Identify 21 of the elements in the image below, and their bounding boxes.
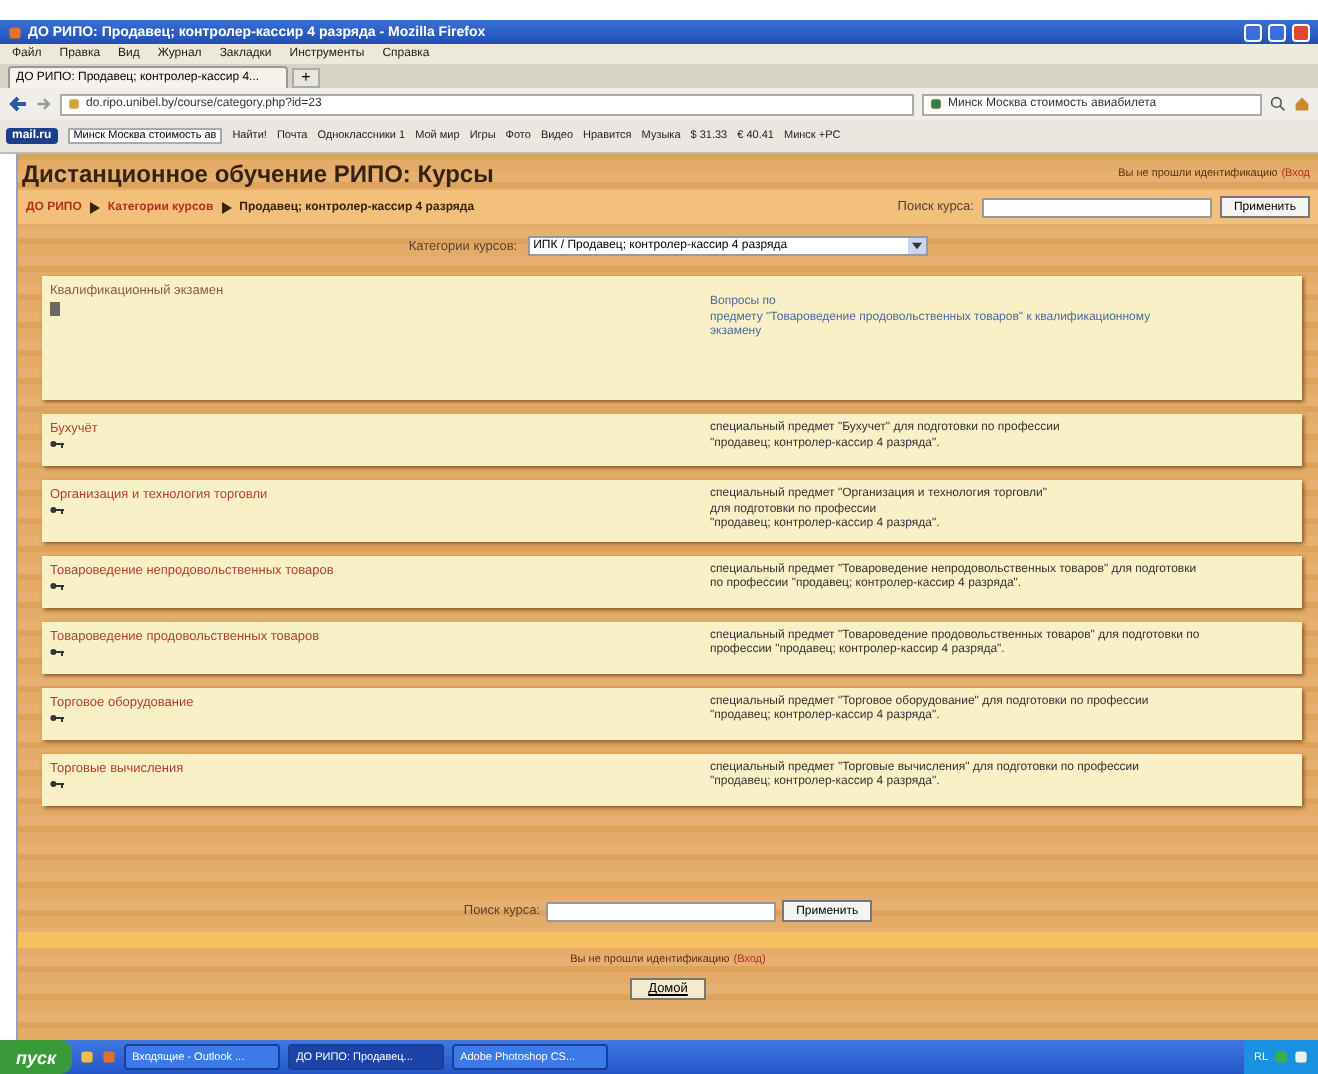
key-icon	[50, 581, 64, 589]
key-icon	[50, 506, 64, 514]
start-button[interactable]: пуск	[0, 1040, 73, 1074]
back-icon[interactable]	[8, 94, 28, 114]
document-icon	[50, 302, 60, 316]
page-title: Дистанционное обучение РИПО: Курсы	[22, 160, 494, 188]
breadcrumb-arrow-icon	[221, 201, 232, 213]
maximize-button[interactable]	[1268, 23, 1286, 41]
home-icon[interactable]	[1294, 96, 1310, 112]
course-search-input[interactable]	[546, 901, 777, 921]
close-button[interactable]	[1292, 23, 1310, 41]
breadcrumb-arrow-icon	[89, 201, 100, 213]
dropdown-arrow-icon	[911, 242, 922, 250]
key-icon	[50, 647, 64, 655]
key-icon	[50, 779, 64, 787]
key-icon	[50, 440, 64, 448]
minimize-button[interactable]	[1244, 23, 1262, 41]
search-icon[interactable]	[1270, 96, 1286, 112]
new-tab-button[interactable]: +	[292, 68, 320, 88]
key-icon	[50, 713, 64, 721]
course-search-input[interactable]	[981, 197, 1212, 217]
